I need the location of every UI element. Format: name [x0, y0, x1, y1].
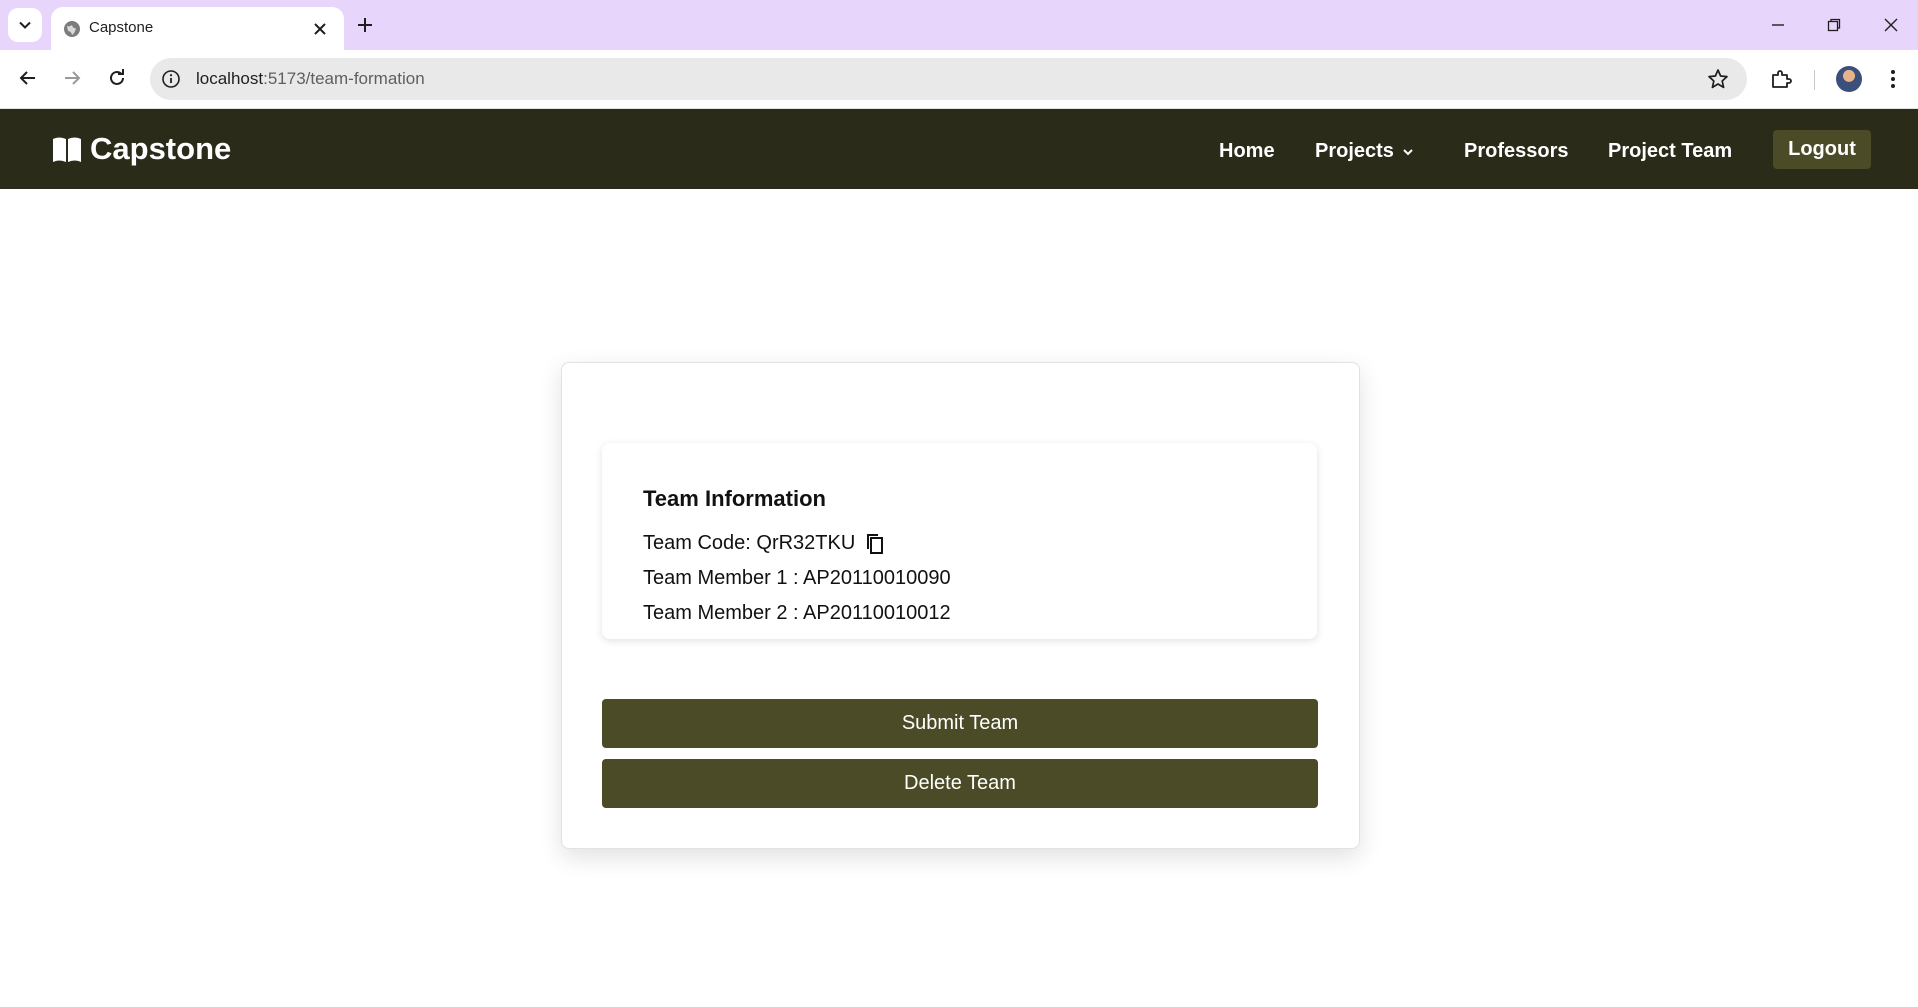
submit-team-button[interactable]: Submit Team	[602, 699, 1318, 748]
team-formation-card: Team Information Team Code: QrR32TKU Tea…	[561, 362, 1360, 849]
nav-projects-label: Projects	[1315, 140, 1394, 162]
browser-menu-icon[interactable]	[1877, 63, 1909, 95]
minimize-icon[interactable]	[1765, 12, 1791, 38]
team-code-row: Team Code: QrR32TKU	[643, 532, 885, 555]
book-icon	[53, 137, 81, 162]
delete-team-button[interactable]: Delete Team	[602, 759, 1318, 808]
nav-project-team[interactable]: Project Team	[1608, 140, 1732, 163]
browser-tab[interactable]: Capstone	[51, 7, 344, 50]
nav-home[interactable]: Home	[1219, 140, 1275, 163]
nav-projects-dropdown[interactable]: Projects	[1315, 140, 1414, 163]
close-window-icon[interactable]	[1878, 12, 1904, 38]
restore-icon[interactable]	[1821, 12, 1847, 38]
logout-button[interactable]: Logout	[1773, 130, 1871, 169]
back-arrow-icon[interactable]	[12, 62, 44, 94]
browser-toolbar: localhost:5173/team-formation	[0, 50, 1918, 109]
nav-home-label: Home	[1219, 140, 1275, 162]
url-host: localhost	[196, 69, 264, 88]
toolbar-divider	[1814, 70, 1815, 90]
team-code-text: Team Code: QrR32TKU	[643, 532, 856, 554]
tab-title: Capstone	[89, 19, 154, 36]
brand-name: Capstone	[90, 131, 232, 166]
chevron-down-icon	[1403, 148, 1413, 155]
nav-professors-label: Professors	[1464, 140, 1569, 162]
team-information-title: Team Information	[643, 486, 826, 511]
close-tab-icon[interactable]	[310, 19, 330, 39]
team-member-1: Team Member 1 : AP20110010090	[643, 567, 951, 589]
forward-arrow-icon[interactable]	[56, 62, 88, 94]
team-information-panel: Team Information Team Code: QrR32TKU Tea…	[602, 443, 1317, 639]
profile-avatar[interactable]	[1836, 66, 1862, 92]
copy-icon[interactable]	[865, 533, 885, 555]
browser-tab-strip: Capstone	[0, 0, 1918, 50]
brand-logo[interactable]: Capstone	[52, 131, 231, 167]
chevron-down-icon	[19, 21, 31, 29]
url-path: :5173/team-formation	[263, 69, 425, 88]
team-member-2: Team Member 2 : AP20110010012	[643, 602, 951, 624]
tab-search-button[interactable]	[8, 8, 42, 42]
address-bar[interactable]: localhost:5173/team-formation	[150, 58, 1747, 100]
site-info-icon[interactable]	[161, 69, 181, 89]
new-tab-icon[interactable]	[352, 12, 378, 38]
nav-professors[interactable]: Professors	[1464, 140, 1569, 163]
url-text[interactable]: localhost:5173/team-formation	[196, 69, 425, 89]
app-navbar: Capstone Home Projects Professors Projec…	[0, 109, 1918, 189]
nav-project-team-label: Project Team	[1608, 140, 1733, 162]
extensions-icon[interactable]	[1765, 63, 1797, 95]
globe-icon	[64, 21, 80, 37]
bookmark-star-icon[interactable]	[1707, 68, 1729, 90]
reload-icon[interactable]	[101, 62, 133, 94]
